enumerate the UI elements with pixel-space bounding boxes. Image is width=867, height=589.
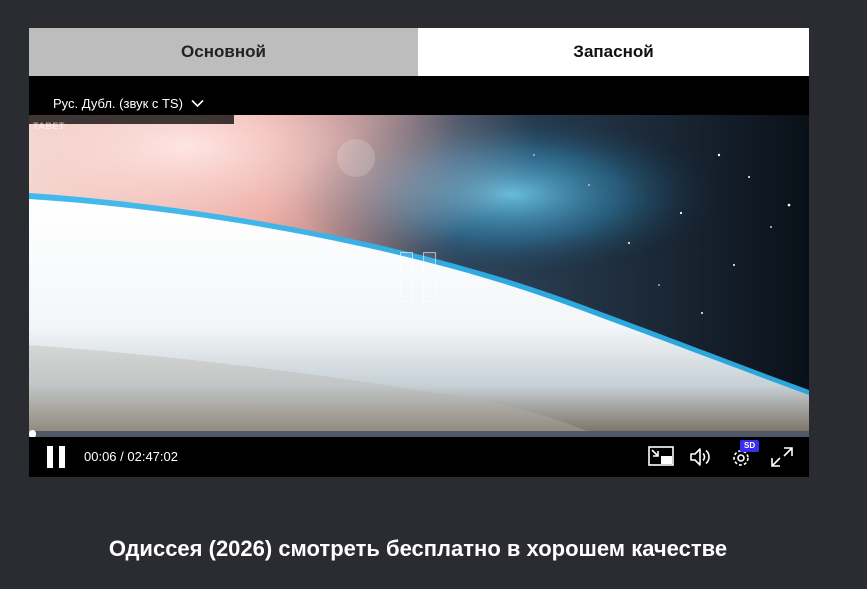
tab-backup-source[interactable]: Запасной xyxy=(418,28,809,76)
center-pause-indicator[interactable] xyxy=(398,252,438,302)
tab-primary-source[interactable]: Основной xyxy=(29,28,418,76)
quality-badge: SD xyxy=(740,440,760,452)
fullscreen-icon[interactable] xyxy=(769,445,795,469)
player-controls: 00:06 / 02:47:02 SD xyxy=(29,437,809,477)
time-display: 00:06 / 02:47:02 xyxy=(84,449,178,464)
video-player: Основной Запасной Рус. Дубл. (звук с TS)… xyxy=(29,28,809,477)
chevron-down-icon xyxy=(191,99,204,108)
picture-in-picture-icon[interactable] xyxy=(648,445,674,469)
page-title: Одиссея (2026) смотреть бесплатно в хоро… xyxy=(108,536,728,561)
player-source-tabs: Основной Запасной xyxy=(29,28,809,76)
channel-watermark: TABET xyxy=(33,121,65,131)
video-area[interactable]: Рус. Дубл. (звук с TS) TABET 00:06 / 02:… xyxy=(29,76,809,477)
pause-button[interactable] xyxy=(46,446,68,468)
audio-track-label: Рус. Дубл. (звук с TS) xyxy=(53,96,183,111)
audio-track-selector[interactable]: Рус. Дубл. (звук с TS) xyxy=(53,96,204,111)
volume-icon[interactable] xyxy=(688,445,714,469)
